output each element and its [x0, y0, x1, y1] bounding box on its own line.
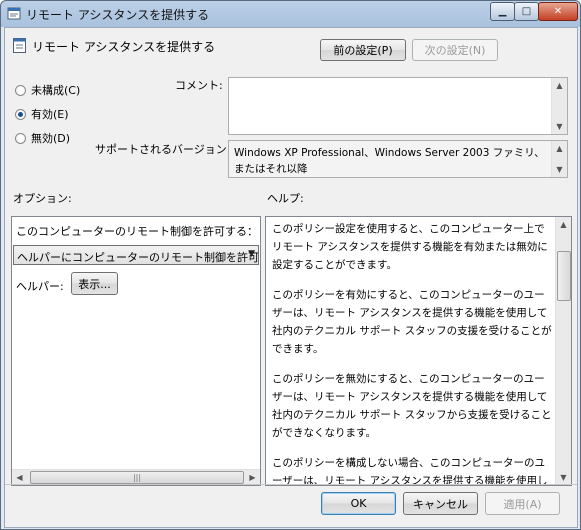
- help-paragraph: このポリシーを有効にすると、このコンピューターのユーザーは、リモート アシスタン…: [272, 289, 552, 355]
- comment-scrollbar[interactable]: ▲ ▼: [551, 78, 567, 134]
- help-paragraph: このポリシーを無効にすると、このコンピューターのユーザーは、リモート アシスタン…: [272, 373, 552, 439]
- radio-enabled-label: 有効(E): [31, 108, 69, 121]
- radio-not-configured-dot: [15, 84, 26, 96]
- supported-versions-field[interactable]: Windows XP Professional、Windows Server 2…: [228, 140, 568, 178]
- remote-control-combo[interactable]: ヘルパーにコンピューターのリモート制御を許可す ▼: [13, 245, 259, 265]
- radio-disabled-label: 無効(D): [31, 132, 71, 145]
- allow-remote-control-label: このコンピューターのリモート制御を許可する：: [16, 225, 258, 238]
- chevron-down-icon: ▼: [248, 249, 255, 259]
- scroll-down-icon[interactable]: ▼: [556, 470, 571, 485]
- scroll-right-icon[interactable]: ▶: [245, 470, 260, 485]
- helpers-label: ヘルパー:: [16, 280, 64, 293]
- options-panel: このコンピューターのリモート制御を許可する： ヘルパーにコンピューターのリモート…: [11, 216, 261, 486]
- help-scrollbar[interactable]: ▲ ▼: [555, 217, 571, 485]
- help-paragraph: このポリシー設定を使用すると、このコンピューター上でリモート アシスタンスを提供…: [272, 223, 548, 271]
- close-button[interactable]: ✕: [538, 2, 578, 21]
- help-paragraph: このポリシーを構成しない場合、このコンピューターのユーザーは、リモート アシスタ…: [272, 457, 548, 486]
- radio-not-configured[interactable]: 未構成(C): [15, 82, 80, 98]
- help-text: このポリシー設定を使用すると、このコンピューター上でリモート アシスタンスを提供…: [272, 220, 552, 486]
- minimize-button[interactable]: ▁: [490, 2, 515, 21]
- comment-label: コメント:: [175, 79, 223, 92]
- scroll-up-icon[interactable]: ▲: [552, 141, 567, 156]
- scroll-down-icon[interactable]: ▼: [552, 162, 567, 177]
- footer-divider: [5, 484, 577, 485]
- previous-setting-button[interactable]: 前の設定(P): [320, 39, 406, 61]
- options-heading: オプション:: [13, 192, 72, 205]
- options-horizontal-scrollbar[interactable]: ◀ ||| ▶: [12, 469, 260, 485]
- show-helpers-button[interactable]: 表示...: [71, 272, 118, 295]
- remote-control-combo-value: ヘルパーにコンピューターのリモート制御を許可す: [17, 251, 259, 264]
- radio-not-configured-label: 未構成(C): [31, 84, 81, 97]
- window-title: リモート アシスタンスを提供する: [26, 8, 210, 22]
- help-scroll-thumb[interactable]: [557, 251, 571, 301]
- cancel-button[interactable]: キャンセル: [403, 492, 478, 515]
- scroll-down-icon[interactable]: ▼: [552, 119, 567, 134]
- maximize-button[interactable]: □: [514, 2, 539, 21]
- scroll-thumb[interactable]: |||: [30, 471, 244, 484]
- scroll-up-icon[interactable]: ▲: [556, 217, 571, 232]
- dialog-client-area: リモート アシスタンスを提供する 前の設定(P) 次の設定(N) 未構成(C) …: [4, 27, 578, 528]
- policy-icon: [7, 7, 21, 20]
- policy-dialog-window: リモート アシスタンスを提供する ▁ □ ✕ リモート アシスタンスを提供する …: [0, 0, 581, 530]
- maximize-icon: □: [521, 6, 532, 17]
- radio-disabled-dot: [15, 132, 26, 144]
- ok-button[interactable]: OK: [321, 492, 396, 515]
- help-panel: このポリシー設定を使用すると、このコンピューター上でリモート アシスタンスを提供…: [265, 216, 572, 486]
- scroll-left-icon[interactable]: ◀: [12, 470, 27, 485]
- scroll-up-icon[interactable]: ▲: [552, 78, 567, 93]
- policy-setting-icon: [13, 38, 26, 53]
- policy-title: リモート アシスタンスを提供する: [32, 40, 216, 54]
- close-icon: ✕: [553, 6, 563, 17]
- radio-enabled[interactable]: 有効(E): [15, 106, 69, 122]
- radio-enabled-dot: [15, 108, 26, 120]
- help-heading: ヘルプ:: [267, 192, 304, 205]
- next-setting-button[interactable]: 次の設定(N): [412, 39, 498, 61]
- supported-label: サポートされるバージョン:: [95, 143, 231, 156]
- supported-scrollbar[interactable]: ▲ ▼: [551, 141, 567, 177]
- minimize-icon: ▁: [498, 6, 507, 17]
- supported-versions-value: Windows XP Professional、Windows Server 2…: [234, 147, 545, 175]
- apply-button[interactable]: 適用(A): [485, 492, 560, 515]
- title-bar[interactable]: リモート アシスタンスを提供する ▁ □ ✕: [1, 1, 580, 26]
- comment-textarea[interactable]: ▲ ▼: [228, 77, 568, 135]
- radio-disabled[interactable]: 無効(D): [15, 130, 70, 146]
